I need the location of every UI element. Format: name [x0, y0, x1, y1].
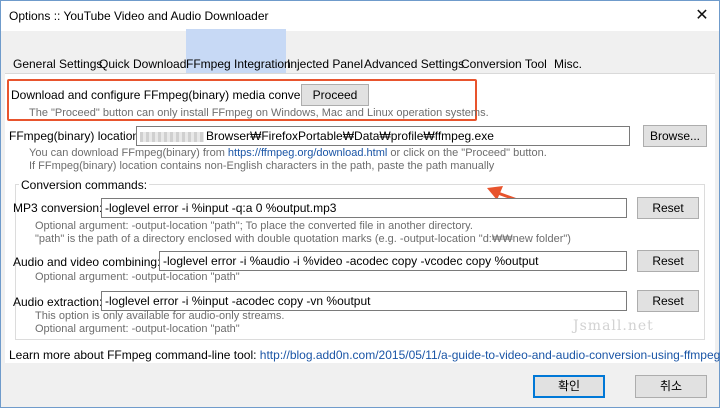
ffmpeg-download-link[interactable]: https://ffmpeg.org/download.html: [228, 147, 387, 159]
mp3-label: MP3 conversion:: [13, 201, 103, 215]
audio-extraction-note-2: Optional argument: -output-location "pat…: [35, 323, 240, 335]
mp3-note-2: "path" is the path of a directory enclos…: [35, 233, 571, 245]
cancel-button[interactable]: 취소: [635, 375, 707, 398]
download-hint: You can download FFmpeg(binary) from htt…: [29, 147, 547, 159]
tab-ffmpeg-integration[interactable]: FFmpeg Integration: [186, 29, 291, 73]
options-window: Options :: YouTube Video and Audio Downl…: [0, 0, 720, 408]
conversion-legend: Conversion commands:: [19, 178, 150, 192]
title-bar: Options :: YouTube Video and Audio Downl…: [1, 1, 719, 31]
window-title: Options :: YouTube Video and Audio Downl…: [9, 9, 269, 23]
proceed-button[interactable]: Proceed: [301, 84, 369, 106]
ffmpeg-location-input[interactable]: Browser₩FirefoxPortable₩Data₩profile₩ffm…: [136, 126, 630, 146]
close-icon[interactable]: ✕: [691, 5, 713, 27]
tab-quick-download[interactable]: Quick Download: [99, 29, 186, 73]
ok-button[interactable]: 확인: [533, 375, 605, 398]
tab-injected-panel[interactable]: Injected Panel: [287, 29, 363, 73]
av-combine-command-input[interactable]: -loglevel error -i %audio -i %video -aco…: [159, 251, 627, 271]
tab-strip: General Settings Quick Download FFmpeg I…: [9, 29, 713, 73]
location-value: Browser₩FirefoxPortable₩Data₩profile₩ffm…: [206, 129, 494, 143]
redacted-path: [140, 131, 204, 142]
ffmpeg-guide-link[interactable]: http://blog.add0n.com/2015/05/11/a-guide…: [260, 348, 720, 362]
mp3-note-1: Optional argument: -output-location "pat…: [35, 220, 473, 232]
av-combine-label: Audio and video combining:: [13, 255, 161, 269]
watermark: Jsmall.net: [573, 318, 654, 334]
audio-extraction-reset-button[interactable]: Reset: [637, 290, 699, 312]
location-label: FFmpeg(binary) location:: [9, 129, 143, 143]
learn-more: Learn more about FFmpeg command-line too…: [9, 348, 720, 362]
learn-more-text: Learn more about FFmpeg command-line too…: [9, 348, 257, 362]
tab-advanced-settings[interactable]: Advanced Settings: [364, 29, 464, 73]
download-label: Download and configure FFmpeg(binary) me…: [11, 88, 322, 102]
audio-extraction-command-input[interactable]: -loglevel error -i %input -acodec copy -…: [101, 291, 627, 311]
non-english-hint: If FFmpeg(binary) location contains non-…: [29, 160, 495, 172]
audio-extraction-note-1: This option is only available for audio-…: [35, 310, 285, 322]
ffmpeg-panel: Download and configure FFmpeg(binary) me…: [5, 73, 720, 363]
mp3-command-input[interactable]: -loglevel error -i %input -q:a 0 %output…: [101, 198, 627, 218]
av-combine-note: Optional argument: -output-location "pat…: [35, 271, 240, 283]
tab-conversion-tool[interactable]: Conversion Tool: [461, 29, 547, 73]
audio-extraction-label: Audio extraction:: [13, 295, 103, 309]
tab-misc[interactable]: Misc.: [551, 29, 585, 73]
browse-button[interactable]: Browse...: [643, 125, 707, 147]
av-combine-reset-button[interactable]: Reset: [637, 250, 699, 272]
mp3-reset-button[interactable]: Reset: [637, 197, 699, 219]
tab-general-settings[interactable]: General Settings: [13, 29, 102, 73]
proceed-note: The "Proceed" button can only install FF…: [29, 107, 489, 119]
